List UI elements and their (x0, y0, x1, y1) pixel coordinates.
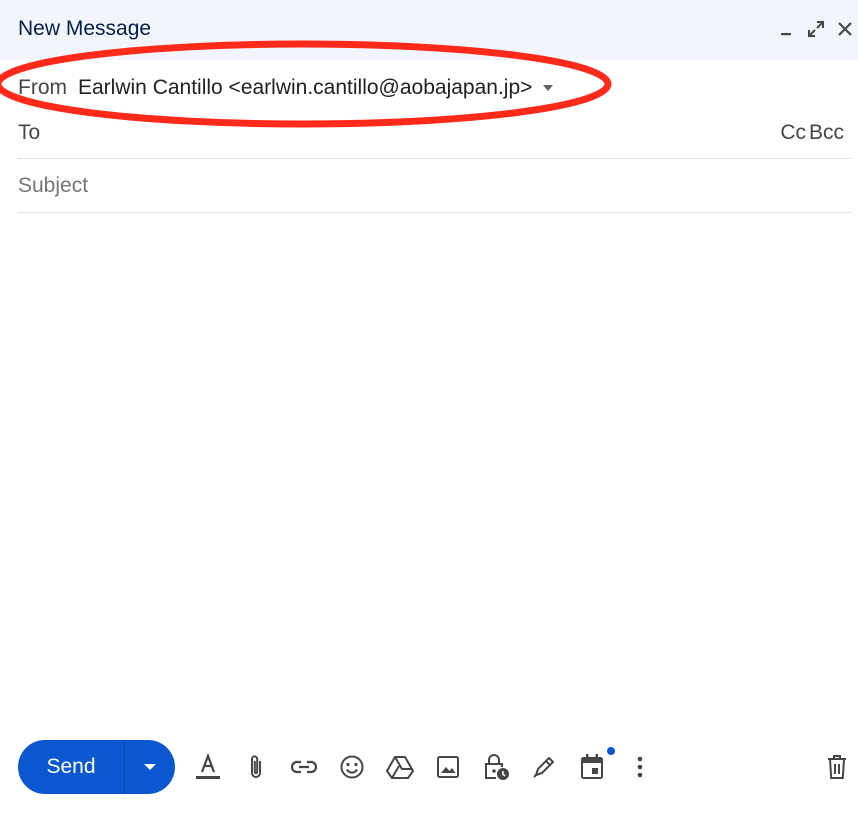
insert-photo-button[interactable] (431, 750, 465, 784)
subject-row (18, 159, 852, 213)
more-vert-icon (637, 756, 643, 778)
to-label: To (18, 121, 41, 144)
minimize-icon (781, 33, 791, 36)
emoji-icon (340, 755, 364, 779)
lock-clock-icon (485, 754, 509, 780)
insert-emoji-button[interactable] (335, 750, 369, 784)
send-button-group: Send (18, 740, 175, 794)
insert-drive-file-button[interactable] (383, 750, 417, 784)
subject-input[interactable] (18, 171, 838, 201)
attach-icon (251, 755, 261, 778)
from-label: From (18, 76, 67, 99)
expand-icon (808, 21, 824, 37)
compose-window: New Message From Earlwin Cantillo <earlw… (0, 0, 858, 814)
to-field[interactable]: To Cc Bcc (18, 104, 852, 159)
insert-link-button[interactable] (287, 750, 321, 784)
formatting-options-button[interactable] (191, 750, 225, 784)
text-format-icon (196, 753, 220, 779)
close-icon (838, 22, 852, 36)
from-dropdown-arrow[interactable] (542, 84, 554, 92)
pen-icon (533, 757, 554, 778)
photo-icon (437, 756, 459, 778)
calendar-icon (581, 754, 603, 779)
confidential-mode-button[interactable] (479, 750, 513, 784)
more-options-button[interactable] (623, 750, 657, 784)
compose-title: New Message (18, 17, 152, 40)
link-icon (290, 760, 318, 774)
attach-files-button[interactable] (239, 750, 273, 784)
from-address[interactable]: Earlwin Cantillo <earlwin.cantillo@aobaj… (78, 76, 532, 100)
set-up-time-to-meet-button[interactable] (575, 750, 609, 784)
send-options-button[interactable] (125, 740, 175, 794)
compose-title-bar[interactable]: New Message (0, 0, 858, 60)
discard-draft-button[interactable] (820, 750, 854, 784)
insert-signature-button[interactable] (527, 750, 561, 784)
trash-icon (828, 755, 846, 779)
dropdown-arrow-icon (543, 85, 553, 91)
dropdown-arrow-icon (144, 764, 156, 770)
drive-icon (386, 756, 414, 779)
fullscreen-button[interactable] (803, 16, 829, 42)
message-body[interactable] (18, 222, 852, 712)
minimize-button[interactable] (773, 16, 799, 42)
notification-dot (607, 747, 615, 755)
close-button[interactable] (832, 16, 858, 42)
bcc-button[interactable]: Bcc (809, 121, 844, 145)
send-button[interactable]: Send (18, 740, 125, 794)
cc-button[interactable]: Cc (780, 121, 806, 145)
